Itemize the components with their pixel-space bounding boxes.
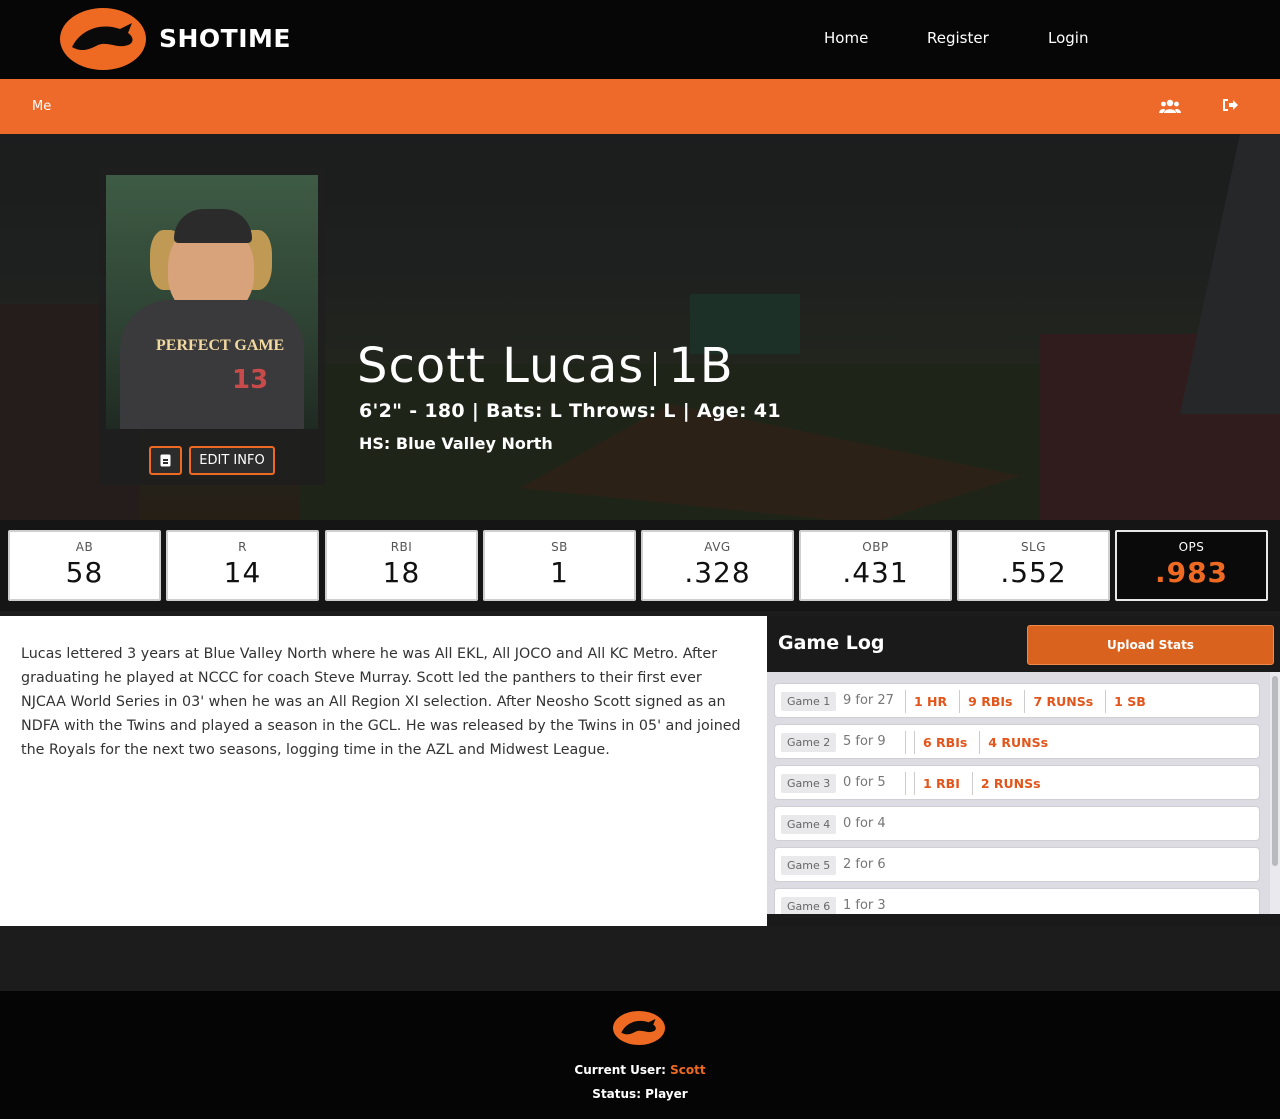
player-card: PERFECT GAME 13 EDIT INFO [99, 168, 325, 485]
stat-label: RBI [390, 540, 413, 554]
footer-panther-logo-icon [613, 1011, 665, 1045]
player-cap [174, 209, 252, 243]
jersey-text: PERFECT GAME [156, 337, 285, 354]
game-label: Game 1 [781, 692, 837, 711]
page-spacer [0, 926, 1280, 991]
player-details: 6'2" - 180 | Bats: L Throws: L | Age: 41 [359, 400, 781, 422]
stat-label: OBP [862, 540, 889, 554]
game-record: 1 for 3 [843, 898, 886, 913]
game-log-row[interactable]: Game 3 0 for 5 1 RBI 2 RUNSs [774, 765, 1260, 800]
game-stat: 6 RBIs [914, 731, 979, 754]
game-record: 0 for 4 [843, 816, 886, 831]
game-stat-list: 1 RBI 2 RUNSs [905, 772, 1053, 795]
current-user-label: Current User: [574, 1063, 666, 1077]
game-record: 0 for 5 [843, 775, 886, 790]
top-navbar: SHOTIME Home Register Login [0, 0, 1280, 79]
nav-register-link[interactable]: Register [927, 29, 989, 47]
game-record: 9 for 27 [843, 693, 894, 708]
game-stat: 1 RBI [914, 772, 972, 795]
brand-name[interactable]: SHOTIME [159, 24, 291, 53]
stat-label: AVG [704, 540, 731, 554]
game-label: Game 6 [781, 897, 837, 914]
player-position: 1B [668, 338, 734, 394]
game-log-scrollbar[interactable] [1270, 672, 1280, 914]
stat-value: .328 [684, 556, 751, 589]
stat-label: R [238, 540, 247, 554]
current-user-line: Current User: Scott [0, 1063, 1280, 1077]
player-name: Scott Lucas [357, 338, 645, 394]
player-photo: PERFECT GAME 13 [106, 175, 318, 429]
game-label: Game 3 [781, 774, 837, 793]
stat-label: AB [75, 540, 94, 554]
game-label: Game 4 [781, 815, 837, 834]
stat-value: 14 [223, 556, 262, 589]
user-subbar: Me [0, 79, 1280, 134]
game-log-title: Game Log [778, 632, 885, 654]
stat-slg: SLG .552 [957, 530, 1110, 601]
game-log-row[interactable]: Game 2 5 for 9 6 RBIs 4 RUNSs [774, 724, 1260, 759]
stat-sb: SB 1 [483, 530, 636, 601]
game-log-row[interactable]: Game 6 1 for 3 [774, 888, 1260, 914]
stat-label: OPS [1178, 540, 1205, 554]
jersey-number: 13 [232, 365, 269, 395]
stat-value: .983 [1154, 556, 1229, 589]
game-label: Game 5 [781, 856, 837, 875]
game-log-row[interactable]: Game 1 9 for 27 1 HR 9 RBIs 7 RUNSs 1 SB [774, 683, 1260, 718]
game-stat: 1 SB [1105, 690, 1158, 713]
player-jersey [120, 300, 304, 429]
game-stat: 7 RUNSs [1024, 690, 1105, 713]
game-label: Game 2 [781, 733, 837, 752]
stat-avg: AVG .328 [641, 530, 794, 601]
game-stat: 9 RBIs [959, 690, 1024, 713]
scrollbar-thumb[interactable] [1272, 676, 1278, 866]
game-stat-list: 6 RBIs 4 RUNSs [905, 731, 1060, 754]
stat-value: 58 [65, 556, 104, 589]
game-log-row[interactable]: Game 5 2 for 6 [774, 847, 1260, 882]
stat-obp: OBP .431 [799, 530, 952, 601]
game-log-row[interactable]: Game 4 0 for 4 [774, 806, 1260, 841]
me-link[interactable]: Me [32, 99, 51, 114]
game-record: 2 for 6 [843, 857, 886, 872]
season-stats-bar: AB 58 R 14 RBI 18 SB 1 AVG .328 OBP .431 SLG .5… [0, 520, 1280, 611]
player-high-school: HS: Blue Valley North [359, 434, 553, 453]
game-stat-list: 1 HR 9 RBIs 7 RUNSs 1 SB [905, 690, 1158, 713]
stat-value: 18 [382, 556, 421, 589]
game-record: 5 for 9 [843, 734, 886, 749]
stat-value: 1 [550, 556, 569, 589]
upload-stats-button[interactable]: Upload Stats [1027, 625, 1274, 665]
id-card-button[interactable] [149, 446, 182, 475]
stat-ops: OPS .983 [1115, 530, 1268, 601]
stat-value: .552 [1000, 556, 1067, 589]
stat-ab: AB 58 [8, 530, 161, 601]
game-log-panel: Game Log Upload Stats Game 61 for 3 Game … [767, 616, 1280, 926]
logout-icon[interactable] [1221, 96, 1243, 116]
stat-value: .431 [842, 556, 909, 589]
stat-label: SLG [1020, 540, 1047, 554]
player-bio-panel: Lucas lettered 3 years at Blue Valley No… [0, 616, 767, 926]
name-divider [654, 352, 657, 386]
game-stat: 1 HR [905, 690, 959, 713]
game-stat: 2 RUNSs [971, 772, 1053, 795]
edit-info-button[interactable]: EDIT INFO [189, 446, 275, 475]
game-stat: 4 RUNSs [979, 731, 1060, 754]
nav-home-link[interactable]: Home [824, 29, 868, 47]
game-stat [905, 731, 914, 754]
user-status: Status: Player [592, 1087, 688, 1101]
game-stat [905, 772, 914, 795]
page-footer: Current User: Scott Status: Player [0, 991, 1280, 1119]
stat-r: R 14 [166, 530, 319, 601]
current-user-name[interactable]: Scott [670, 1063, 705, 1077]
id-badge-icon [160, 454, 171, 467]
panther-logo-icon[interactable] [60, 8, 146, 70]
stat-rbi: RBI 18 [325, 530, 478, 601]
users-icon[interactable] [1159, 96, 1181, 116]
nav-login-link[interactable]: Login [1048, 29, 1088, 47]
player-bio-text: Lucas lettered 3 years at Blue Valley No… [21, 646, 741, 758]
player-name-heading: Scott Lucas 1B [357, 338, 734, 394]
stat-label: SB [551, 540, 568, 554]
game-log-list[interactable]: Game 61 for 3 Game 52 for 6 Game 40 for 4G… [767, 672, 1280, 914]
